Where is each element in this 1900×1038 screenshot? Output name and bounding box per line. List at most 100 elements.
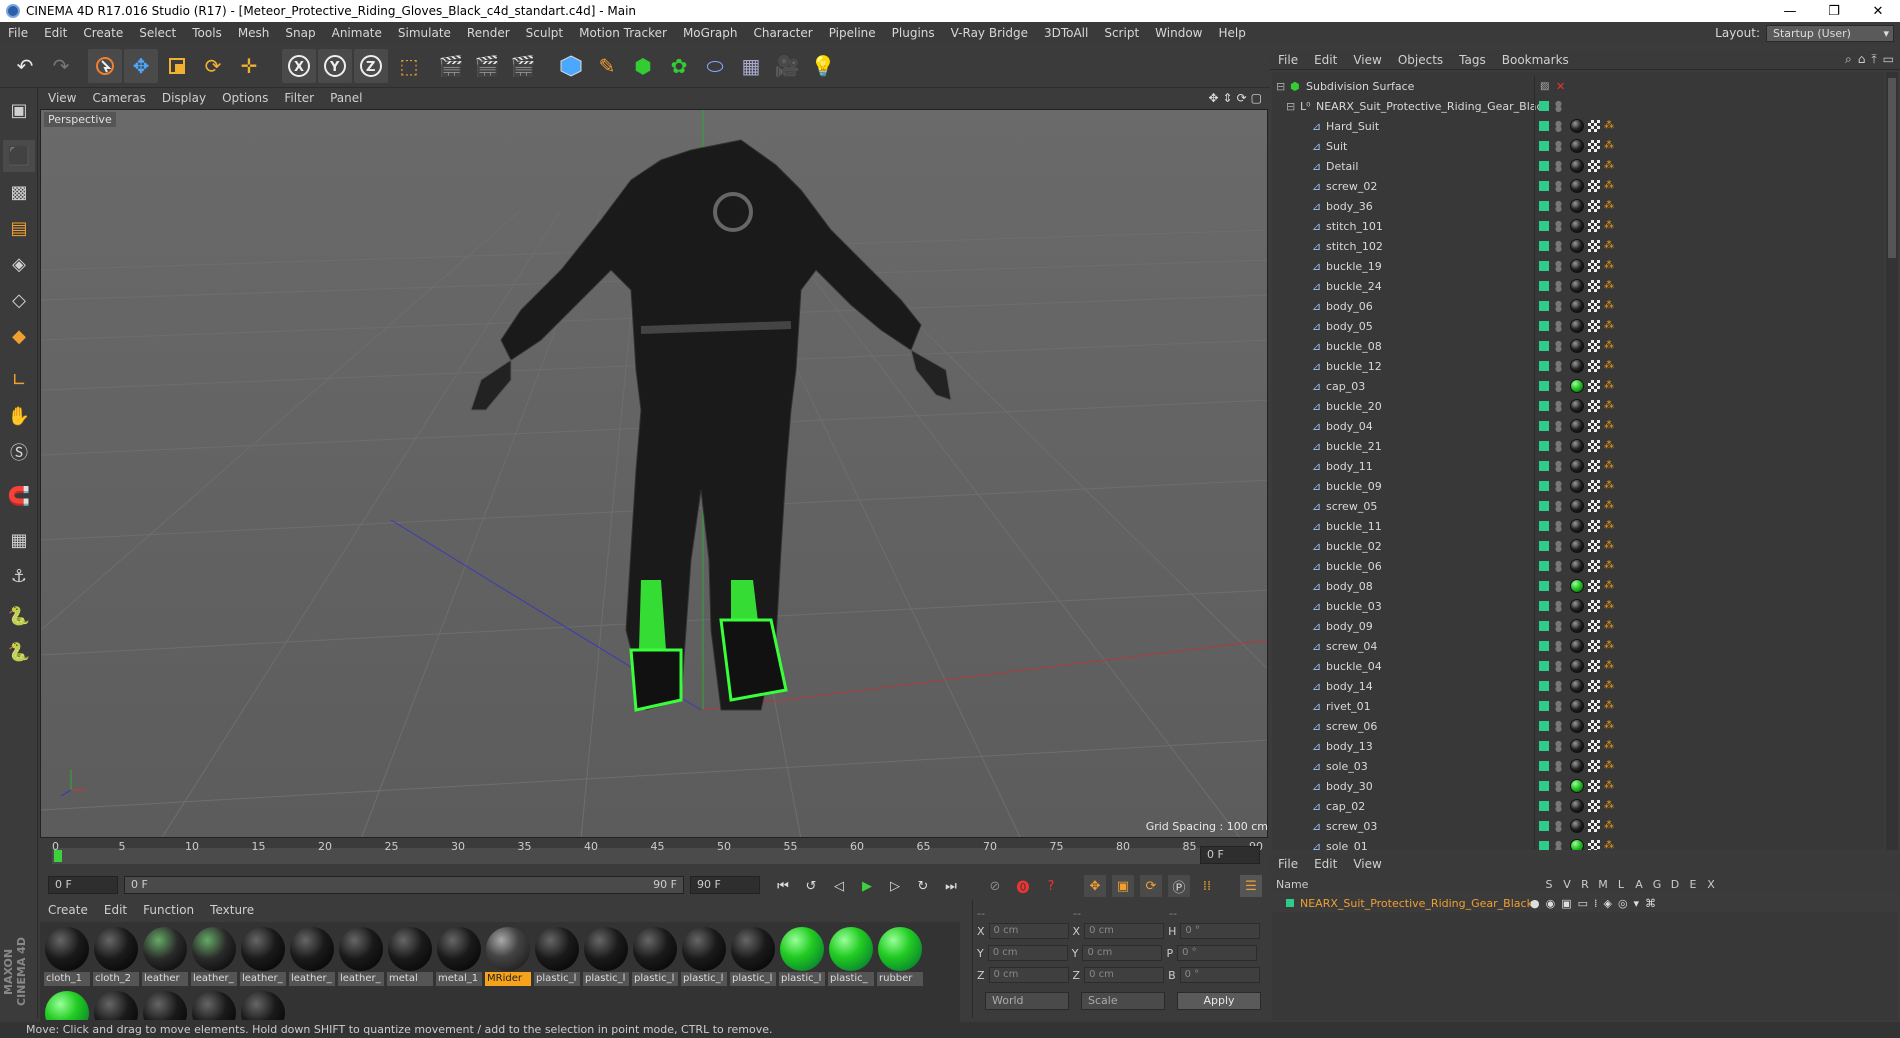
uvw-tag-icon[interactable] [1588, 400, 1600, 412]
object-name[interactable]: body_04 [1326, 420, 1373, 433]
maximize-button[interactable]: ❐ [1812, 4, 1856, 19]
object-row[interactable]: ⊿ body_30 ● ● ⁂ [1272, 776, 1884, 796]
object-name[interactable]: cap_03 [1326, 380, 1365, 393]
move-view-icon[interactable]: ✥ [1208, 91, 1218, 105]
uvw-tag-icon[interactable] [1588, 640, 1600, 652]
cube-primitive-icon[interactable] [554, 49, 588, 83]
undo-icon[interactable]: ↶ [8, 49, 42, 83]
visibility-dots-icon[interactable]: ● ● [1555, 120, 1562, 133]
object-row[interactable]: ⊿ body_36 ● ● ⁂ [1272, 196, 1884, 216]
subdivision-surface-icon[interactable]: ⬢ [626, 49, 660, 83]
autokeying-icon[interactable]: ⓿ [1012, 875, 1034, 897]
visibility-dots-icon[interactable]: ● ● [1555, 820, 1562, 833]
material-swatch[interactable]: plastic_l [583, 926, 629, 986]
coordinate-mode-dropdown[interactable]: World [985, 992, 1069, 1010]
subdivision-surface-name[interactable]: Subdivision Surface [1306, 80, 1414, 93]
layer-row[interactable]: NEARX_Suit_Protective_Riding_Gear_Black … [1272, 894, 1898, 912]
menu-select[interactable]: Select [131, 26, 184, 40]
object-name[interactable]: buckle_08 [1326, 340, 1382, 353]
texture-mode-icon[interactable]: ▩ [3, 176, 35, 208]
snap-magnet-icon[interactable]: 🧲 [3, 480, 35, 512]
object-name[interactable]: screw_04 [1326, 640, 1377, 653]
object-row[interactable]: ⊿ buckle_03 ● ● ⁂ [1272, 596, 1884, 616]
object-name[interactable]: buckle_11 [1326, 520, 1382, 533]
object-row[interactable]: ⊿ body_14 ● ● ⁂ [1272, 676, 1884, 696]
layer-color-swatch[interactable] [1539, 481, 1549, 491]
transform-tool-icon[interactable]: ✛ [232, 49, 266, 83]
layer-color-swatch[interactable] [1539, 301, 1549, 311]
material-tag-icon[interactable] [1570, 199, 1584, 213]
object-row[interactable]: ⊿ body_09 ● ● ⁂ [1272, 616, 1884, 636]
material-swatch[interactable] [93, 990, 139, 1020]
menu-plugins[interactable]: Plugins [884, 26, 943, 40]
object-name[interactable]: buckle_09 [1326, 480, 1382, 493]
object-name[interactable]: Hard_Suit [1326, 120, 1379, 133]
coord-size-field[interactable]: 0 cm [1082, 945, 1163, 961]
texture-tag-icon[interactable]: ⁂ [1604, 380, 1616, 392]
minimize-button[interactable]: — [1768, 4, 1812, 19]
object-row[interactable]: ⊿ body_13 ● ● ⁂ [1272, 736, 1884, 756]
visibility-dots-icon[interactable]: ● ● [1555, 680, 1562, 693]
texture-tag-icon[interactable]: ⁂ [1604, 560, 1616, 572]
object-name[interactable]: body_09 [1326, 620, 1373, 633]
material-swatch[interactable]: plastic_l [534, 926, 580, 986]
layer-color-swatch[interactable] [1539, 821, 1549, 831]
layer-color-swatch[interactable] [1539, 101, 1549, 111]
texture-tag-icon[interactable]: ⁂ [1604, 580, 1616, 592]
material-tag-icon[interactable] [1570, 319, 1584, 333]
object-name[interactable]: buckle_04 [1326, 660, 1382, 673]
key-scale-icon[interactable]: ▣ [1112, 875, 1134, 897]
layout-dropdown[interactable]: Startup (User) [1766, 24, 1894, 42]
object-name[interactable]: buckle_20 [1326, 400, 1382, 413]
texture-tag-icon[interactable]: ⁂ [1604, 160, 1616, 172]
model-mode-icon[interactable]: ⬛ [3, 140, 35, 172]
object-row[interactable]: ⊿ buckle_04 ● ● ⁂ [1272, 656, 1884, 676]
x-axis-lock-icon[interactable]: X [282, 49, 316, 83]
layer-column-header[interactable]: R [1576, 878, 1594, 891]
visibility-dots-icon[interactable]: ● ● [1555, 340, 1562, 353]
visibility-dots-icon[interactable]: ● ● [1555, 800, 1562, 813]
uvw-tag-icon[interactable] [1588, 460, 1600, 472]
material-swatch[interactable]: leather_ [338, 926, 384, 986]
material-swatch[interactable]: metal_1 [436, 926, 482, 986]
layer-color-swatch[interactable] [1539, 501, 1549, 511]
collapse-icon[interactable]: ⊟ [1276, 80, 1285, 93]
material-tag-icon[interactable] [1570, 759, 1584, 773]
uvw-tag-icon[interactable] [1588, 540, 1600, 552]
layer-column-header[interactable]: L [1612, 878, 1630, 891]
object-name[interactable]: Detail [1326, 160, 1358, 173]
texture-tag-icon[interactable]: ⁂ [1604, 780, 1616, 792]
uvw-tag-icon[interactable] [1588, 720, 1600, 732]
visibility-dots-icon[interactable]: ● ● [1555, 180, 1562, 193]
previous-keyframe-icon[interactable]: ↺ [800, 875, 822, 897]
visibility-dots-icon[interactable]: ● ● [1555, 320, 1562, 333]
object-row[interactable]: ⊿ buckle_08 ● ● ⁂ [1272, 336, 1884, 356]
object-menu-edit[interactable]: Edit [1306, 53, 1345, 67]
texture-tag-icon[interactable]: ⁂ [1604, 480, 1616, 492]
object-menu-tags[interactable]: Tags [1451, 53, 1494, 67]
layer-name[interactable]: NEARX_Suit_Protective_Riding_Gear_Black [1300, 897, 1533, 910]
material-swatch[interactable]: MRider [485, 926, 531, 986]
visibility-dots-icon[interactable]: ● ● [1555, 560, 1562, 573]
go-to-start-icon[interactable]: ⏮ [772, 875, 794, 897]
material-tag-icon[interactable] [1570, 819, 1584, 833]
object-name[interactable]: rivet_01 [1326, 700, 1371, 713]
visibility-dots-icon[interactable]: ● ● [1555, 580, 1562, 593]
layer-menu-edit[interactable]: Edit [1306, 857, 1345, 871]
layer-column-header[interactable]: S [1540, 878, 1558, 891]
solo-mode-icon[interactable]: Ⓢ [3, 436, 35, 468]
uvw-tag-icon[interactable] [1588, 600, 1600, 612]
object-name[interactable]: body_30 [1326, 780, 1373, 793]
visibility-dots-icon[interactable]: ● ● [1555, 720, 1562, 733]
object-row[interactable]: ⊿ body_05 ● ● ⁂ [1272, 316, 1884, 336]
layer-column-header[interactable]: E [1684, 878, 1702, 891]
texture-tag-icon[interactable]: ⁂ [1604, 420, 1616, 432]
visibility-dots-icon[interactable]: ● ● [1555, 380, 1562, 393]
menu-script[interactable]: Script [1096, 26, 1147, 40]
viewport-menu-options[interactable]: Options [214, 91, 276, 105]
layer-color-swatch[interactable] [1539, 361, 1549, 371]
uvw-tag-icon[interactable] [1588, 440, 1600, 452]
uvw-tag-icon[interactable] [1588, 160, 1600, 172]
object-name[interactable]: stitch_101 [1326, 220, 1383, 233]
material-tag-icon[interactable] [1570, 599, 1584, 613]
